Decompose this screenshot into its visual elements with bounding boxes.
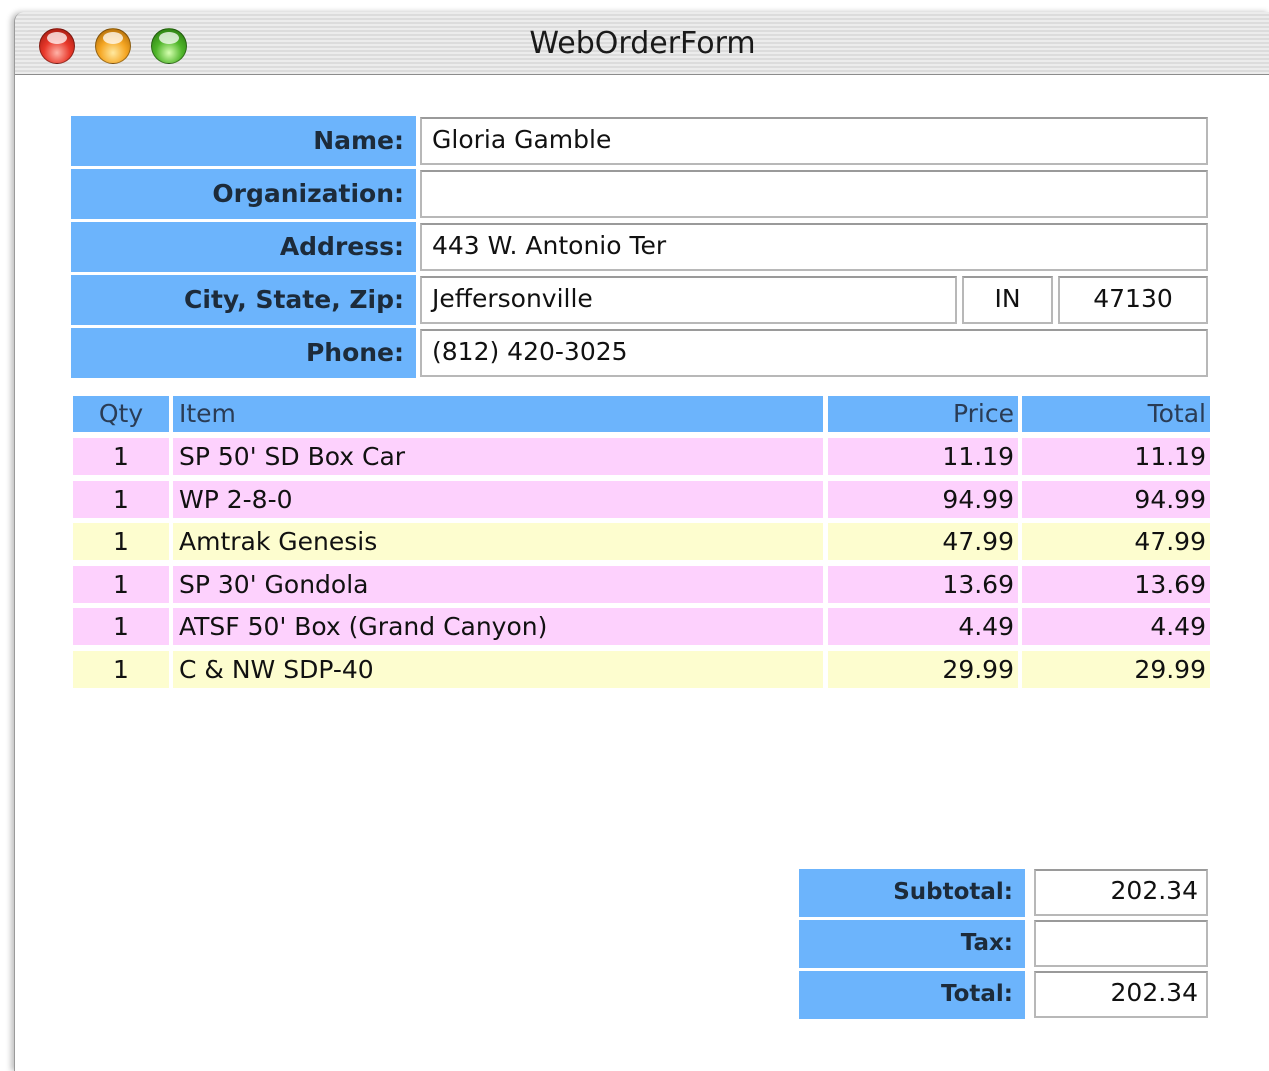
subtotal-label: Subtotal: — [799, 869, 1025, 917]
qty-cell: 1 — [73, 481, 169, 518]
price-cell: 4.49 — [828, 608, 1018, 645]
price-cell: 94.99 — [828, 481, 1018, 518]
organization-label: Organization: — [71, 169, 416, 219]
total-label: Total: — [799, 971, 1025, 1019]
qty-cell: 1 — [73, 438, 169, 475]
item-cell: Amtrak Genesis — [173, 523, 823, 560]
total-cell: 11.19 — [1022, 438, 1210, 475]
item-cell: C & NW SDP-40 — [173, 651, 823, 688]
qty-cell: 1 — [73, 608, 169, 645]
qty-column-header: Qty — [73, 396, 169, 432]
tax-field[interactable] — [1034, 920, 1208, 967]
price-cell: 11.19 — [828, 438, 1018, 475]
price-column-header: Price — [828, 396, 1018, 432]
window-title: WebOrderForm — [529, 26, 756, 61]
item-cell: SP 30' Gondola — [173, 566, 823, 603]
total-cell: 94.99 — [1022, 481, 1210, 518]
item-cell: SP 50' SD Box Car — [173, 438, 823, 475]
total-cell: 29.99 — [1022, 651, 1210, 688]
price-cell: 13.69 — [828, 566, 1018, 603]
name-field[interactable]: Gloria Gamble — [420, 117, 1208, 165]
item-column-header: Item — [173, 396, 823, 432]
address-field[interactable]: 443 W. Antonio Ter — [420, 223, 1208, 271]
phone-label: Phone: — [71, 328, 416, 378]
qty-cell: 1 — [73, 523, 169, 560]
total-cell: 13.69 — [1022, 566, 1210, 603]
price-cell: 29.99 — [828, 651, 1018, 688]
qty-cell: 1 — [73, 566, 169, 603]
qty-cell: 1 — [73, 651, 169, 688]
total-cell: 47.99 — [1022, 523, 1210, 560]
title-bar[interactable]: WebOrderForm — [15, 12, 1269, 75]
subtotal-field[interactable]: 202.34 — [1034, 869, 1208, 916]
phone-field[interactable]: (812) 420-3025 — [420, 329, 1208, 377]
organization-field[interactable] — [420, 170, 1208, 218]
total-field[interactable]: 202.34 — [1034, 971, 1208, 1018]
city-field[interactable]: Jeffersonville — [420, 276, 957, 324]
city-state-zip-label: City, State, Zip: — [71, 275, 416, 325]
order-form-window: WebOrderForm Name: Gloria Gamble Organiz… — [14, 12, 1269, 1071]
total-column-header: Total — [1022, 396, 1210, 432]
price-cell: 47.99 — [828, 523, 1018, 560]
tax-label: Tax: — [799, 920, 1025, 968]
zip-field[interactable]: 47130 — [1058, 276, 1208, 324]
state-field[interactable]: IN — [962, 276, 1053, 324]
item-cell: ATSF 50' Box (Grand Canyon) — [173, 608, 823, 645]
total-cell: 4.49 — [1022, 608, 1210, 645]
name-label: Name: — [71, 116, 416, 166]
address-label: Address: — [71, 222, 416, 272]
item-cell: WP 2-8-0 — [173, 481, 823, 518]
